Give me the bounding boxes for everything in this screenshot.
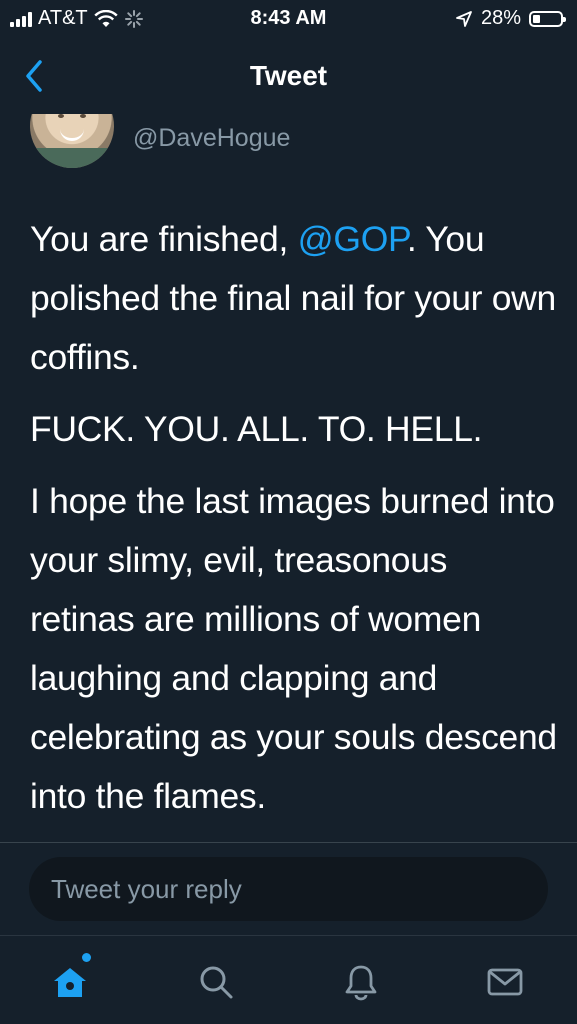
reply-input[interactable] [29,857,548,921]
mention-link[interactable]: @GOP [298,219,407,259]
nav-bar: Tweet [0,38,577,114]
battery-percent: 28% [480,7,521,29]
status-right: 28% [455,7,566,30]
tweet-text: You are finished, @GOP. You polished the… [30,210,560,839]
avatar[interactable] [30,114,114,168]
avatar-smile [60,128,84,141]
tab-search[interactable] [192,958,240,1006]
page-title: Tweet [249,60,328,91]
bell-icon [345,965,377,1001]
display-name-cropped [135,114,385,116]
user-handle[interactable]: @DaveHogue [133,124,290,153]
tab-bar [0,935,577,1024]
battery-fill [533,14,540,23]
avatar-shirt [30,148,114,168]
tweet-detail: @DaveHogue You are finished, @GOP. You p… [0,114,577,842]
home-icon [54,968,86,997]
tab-messages[interactable] [481,958,529,1006]
tab-home[interactable] [46,958,94,1006]
tab-notifications[interactable] [337,958,385,1006]
tweet-paragraph: I hope the last images burned into your … [30,481,557,816]
location-arrow-icon [456,10,472,27]
battery-icon [529,10,566,27]
tweet-paragraph: You are finished, @GOP. You polished the… [30,210,560,387]
reply-bar [0,843,577,935]
status-bar: AT&T 8:43 AM 28% [0,0,577,38]
mail-icon [487,968,523,996]
avatar-eye [58,114,64,118]
tweet-paragraph: FUCK. YOU. ALL. TO. HELL. [30,409,483,449]
search-icon [200,966,233,999]
notification-dot [82,953,91,962]
avatar-eye [80,114,86,118]
tweet-text-segment: You are finished, [30,219,298,259]
